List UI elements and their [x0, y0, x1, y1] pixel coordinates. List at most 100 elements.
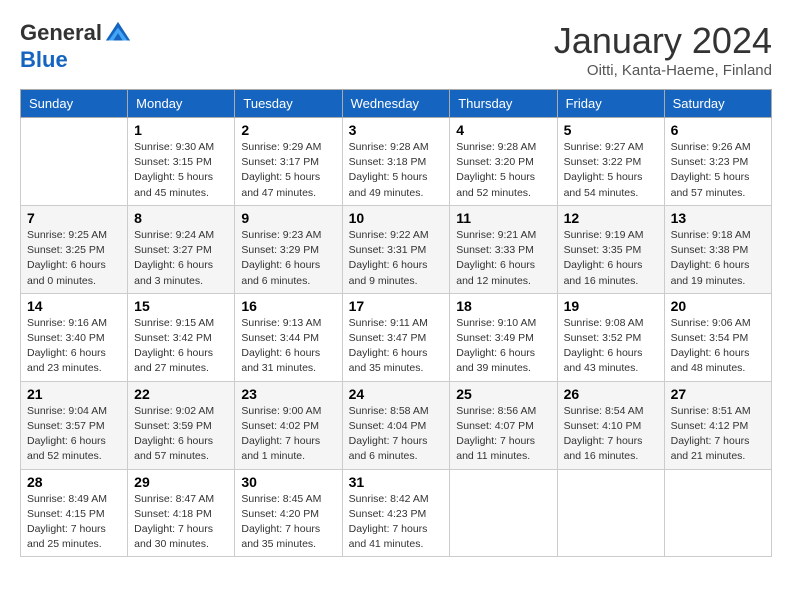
daylight-text: Daylight: 6 hoursand 6 minutes.	[241, 258, 335, 288]
page-header: General Blue January 2024 Oitti, Kanta-H…	[20, 20, 772, 79]
day-info: Sunrise: 8:54 AMSunset: 4:10 PMDaylight:…	[564, 404, 658, 465]
sunset-text: Sunset: 4:12 PM	[671, 419, 765, 434]
month-title: January 2024	[554, 20, 772, 62]
calendar-cell: 18Sunrise: 9:10 AMSunset: 3:49 PMDayligh…	[450, 293, 557, 381]
day-info: Sunrise: 9:27 AMSunset: 3:22 PMDaylight:…	[564, 140, 658, 201]
sunrise-text: Sunrise: 8:54 AM	[564, 404, 658, 419]
sunset-text: Sunset: 3:23 PM	[671, 155, 765, 170]
day-number: 20	[671, 298, 765, 314]
day-number: 24	[349, 386, 444, 402]
logo-icon	[104, 20, 132, 48]
day-number: 6	[671, 122, 765, 138]
calendar-cell: 21Sunrise: 9:04 AMSunset: 3:57 PMDayligh…	[21, 381, 128, 469]
calendar-cell: 12Sunrise: 9:19 AMSunset: 3:35 PMDayligh…	[557, 205, 664, 293]
calendar-cell: 4Sunrise: 9:28 AMSunset: 3:20 PMDaylight…	[450, 118, 557, 206]
sunrise-text: Sunrise: 8:56 AM	[456, 404, 550, 419]
day-number: 30	[241, 474, 335, 490]
sunset-text: Sunset: 3:59 PM	[134, 419, 228, 434]
sunrise-text: Sunrise: 9:15 AM	[134, 316, 228, 331]
sunrise-text: Sunrise: 9:25 AM	[27, 228, 121, 243]
sunrise-text: Sunrise: 9:02 AM	[134, 404, 228, 419]
day-info: Sunrise: 9:21 AMSunset: 3:33 PMDaylight:…	[456, 228, 550, 289]
header-monday: Monday	[128, 90, 235, 118]
day-number: 17	[349, 298, 444, 314]
daylight-text: Daylight: 6 hoursand 52 minutes.	[27, 434, 121, 464]
sunrise-text: Sunrise: 8:45 AM	[241, 492, 335, 507]
sunrise-text: Sunrise: 9:23 AM	[241, 228, 335, 243]
day-number: 26	[564, 386, 658, 402]
sunrise-text: Sunrise: 8:58 AM	[349, 404, 444, 419]
day-info: Sunrise: 9:00 AMSunset: 4:02 PMDaylight:…	[241, 404, 335, 465]
calendar-cell: 19Sunrise: 9:08 AMSunset: 3:52 PMDayligh…	[557, 293, 664, 381]
day-number: 13	[671, 210, 765, 226]
day-info: Sunrise: 9:08 AMSunset: 3:52 PMDaylight:…	[564, 316, 658, 377]
sunset-text: Sunset: 3:35 PM	[564, 243, 658, 258]
calendar-cell	[450, 469, 557, 557]
daylight-text: Daylight: 5 hoursand 54 minutes.	[564, 170, 658, 200]
calendar-week-2: 14Sunrise: 9:16 AMSunset: 3:40 PMDayligh…	[21, 293, 772, 381]
day-info: Sunrise: 9:18 AMSunset: 3:38 PMDaylight:…	[671, 228, 765, 289]
calendar-cell: 23Sunrise: 9:00 AMSunset: 4:02 PMDayligh…	[235, 381, 342, 469]
calendar-cell: 27Sunrise: 8:51 AMSunset: 4:12 PMDayligh…	[664, 381, 771, 469]
sunrise-text: Sunrise: 9:24 AM	[134, 228, 228, 243]
day-info: Sunrise: 9:10 AMSunset: 3:49 PMDaylight:…	[456, 316, 550, 377]
daylight-text: Daylight: 7 hoursand 16 minutes.	[564, 434, 658, 464]
daylight-text: Daylight: 7 hoursand 30 minutes.	[134, 522, 228, 552]
sunrise-text: Sunrise: 9:28 AM	[349, 140, 444, 155]
calendar-cell: 31Sunrise: 8:42 AMSunset: 4:23 PMDayligh…	[342, 469, 450, 557]
daylight-text: Daylight: 7 hoursand 11 minutes.	[456, 434, 550, 464]
day-number: 11	[456, 210, 550, 226]
day-info: Sunrise: 9:15 AMSunset: 3:42 PMDaylight:…	[134, 316, 228, 377]
calendar-cell: 16Sunrise: 9:13 AMSunset: 3:44 PMDayligh…	[235, 293, 342, 381]
daylight-text: Daylight: 6 hoursand 9 minutes.	[349, 258, 444, 288]
sunrise-text: Sunrise: 9:22 AM	[349, 228, 444, 243]
day-number: 4	[456, 122, 550, 138]
sunset-text: Sunset: 3:20 PM	[456, 155, 550, 170]
sunset-text: Sunset: 3:33 PM	[456, 243, 550, 258]
calendar-cell: 30 Sunrise: 8:45 AMSunset: 4:20 PMDayligh…	[235, 469, 342, 557]
sunrise-text: Sunrise: 9:30 AM	[134, 140, 228, 155]
day-number: 29	[134, 474, 228, 490]
day-number: 22	[134, 386, 228, 402]
daylight-text: Daylight: 6 hoursand 43 minutes.	[564, 346, 658, 376]
sunset-text: Sunset: 3:47 PM	[349, 331, 444, 346]
sunrise-text: Sunrise: 9:29 AM	[241, 140, 335, 155]
sunset-text: Sunset: 3:38 PM	[671, 243, 765, 258]
calendar-cell: 20 Sunrise: 9:06 AMSunset: 3:54 PMDayligh…	[664, 293, 771, 381]
sunset-text: Sunset: 3:29 PM	[241, 243, 335, 258]
sunrise-text: Sunrise: 9:26 AM	[671, 140, 765, 155]
sunset-text: Sunset: 3:54 PM	[671, 331, 765, 346]
header-saturday: Saturday	[664, 90, 771, 118]
daylight-text: Daylight: 6 hoursand 0 minutes.	[27, 258, 121, 288]
header-sunday: Sunday	[21, 90, 128, 118]
sunset-text: Sunset: 3:42 PM	[134, 331, 228, 346]
day-info: Sunrise: 9:22 AMSunset: 3:31 PMDaylight:…	[349, 228, 444, 289]
sunset-text: Sunset: 3:27 PM	[134, 243, 228, 258]
sunset-text: Sunset: 4:18 PM	[134, 507, 228, 522]
daylight-text: Daylight: 5 hoursand 57 minutes.	[671, 170, 765, 200]
day-info: Sunrise: 9:13 AMSunset: 3:44 PMDaylight:…	[241, 316, 335, 377]
daylight-text: Daylight: 7 hoursand 1 minute.	[241, 434, 335, 464]
daylight-text: Daylight: 5 hoursand 47 minutes.	[241, 170, 335, 200]
calendar-cell: 1Sunrise: 9:30 AMSunset: 3:15 PMDaylight…	[128, 118, 235, 206]
calendar-week-1: 7Sunrise: 9:25 AMSunset: 3:25 PMDaylight…	[21, 205, 772, 293]
header-friday: Friday	[557, 90, 664, 118]
sunrise-text: Sunrise: 9:21 AM	[456, 228, 550, 243]
sunset-text: Sunset: 3:17 PM	[241, 155, 335, 170]
calendar-cell: 7Sunrise: 9:25 AMSunset: 3:25 PMDaylight…	[21, 205, 128, 293]
day-info: Sunrise: 8:49 AMSunset: 4:15 PMDaylight:…	[27, 492, 121, 553]
daylight-text: Daylight: 6 hoursand 27 minutes.	[134, 346, 228, 376]
sunrise-text: Sunrise: 9:11 AM	[349, 316, 444, 331]
day-number: 28	[27, 474, 121, 490]
day-info: Sunrise: 8:45 AMSunset: 4:20 PMDaylight:…	[241, 492, 335, 553]
day-number: 14	[27, 298, 121, 314]
calendar-week-0: 1Sunrise: 9:30 AMSunset: 3:15 PMDaylight…	[21, 118, 772, 206]
sunrise-text: Sunrise: 9:27 AM	[564, 140, 658, 155]
sunrise-text: Sunrise: 9:28 AM	[456, 140, 550, 155]
day-info: Sunrise: 9:06 AMSunset: 3:54 PMDaylight:…	[671, 316, 765, 377]
calendar-cell: 11 Sunrise: 9:21 AMSunset: 3:33 PMDayligh…	[450, 205, 557, 293]
sunset-text: Sunset: 3:40 PM	[27, 331, 121, 346]
day-info: Sunrise: 8:51 AMSunset: 4:12 PMDaylight:…	[671, 404, 765, 465]
day-number: 5	[564, 122, 658, 138]
logo: General Blue	[20, 20, 134, 72]
